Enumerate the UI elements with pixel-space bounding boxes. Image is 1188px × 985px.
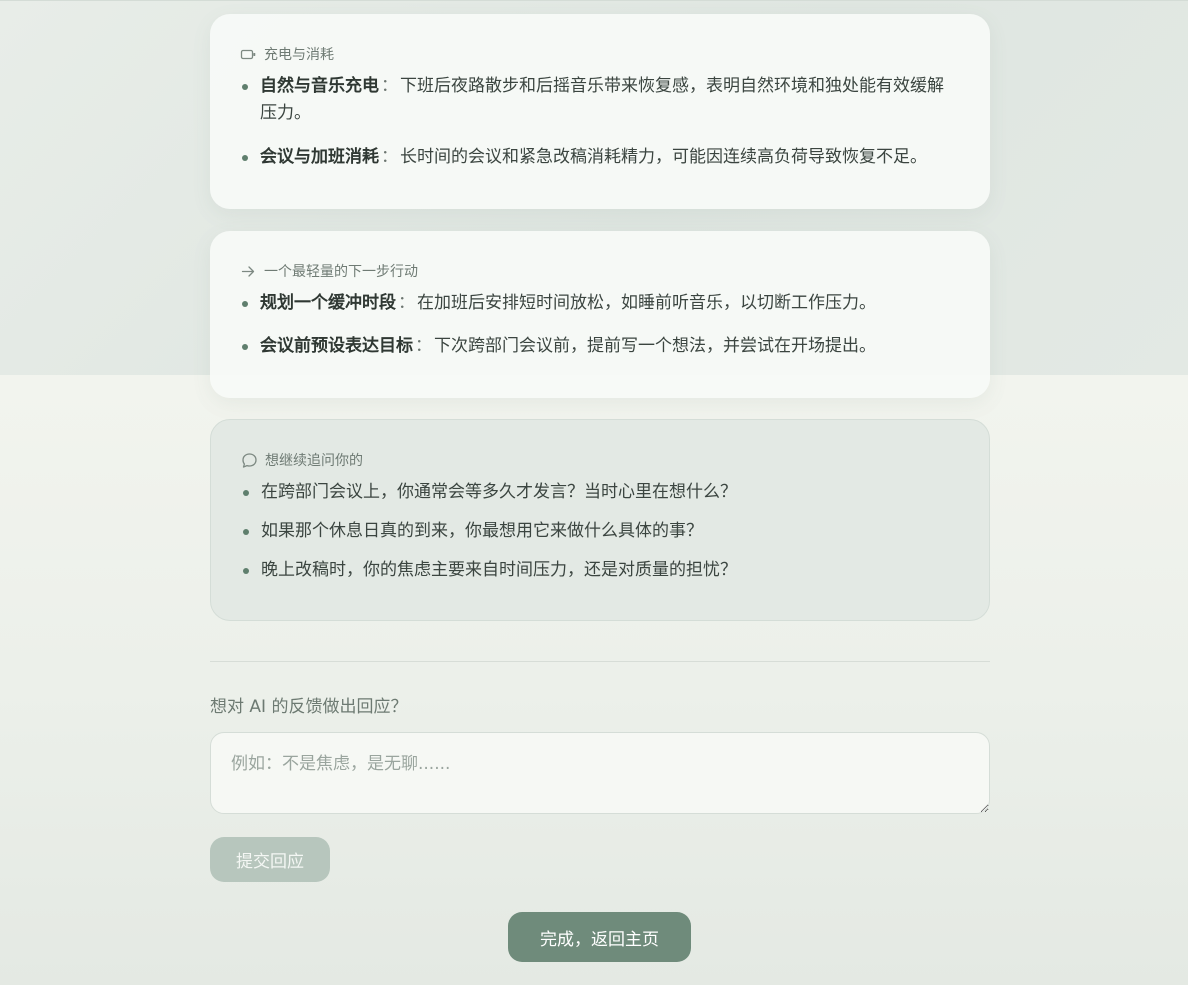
top-edge-line: [0, 0, 1188, 1]
action-list: 规划一个缓冲时段：在加班后安排短时间放松，如睡前听音乐，以切断工作压力。 会议前…: [240, 290, 960, 360]
item-separator: ：: [398, 293, 415, 313]
arrow-right-icon: [240, 263, 257, 280]
feedback-input[interactable]: [210, 732, 990, 814]
list-item: 会议前预设表达目标：下次跨部门会议前，提前写一个想法，并尝试在开场提出。: [240, 333, 960, 360]
insight-list: 自然与音乐充电：下班后夜路散步和后摇音乐带来恢复感，表明自然环境和独处能有效缓解…: [240, 73, 960, 171]
item-title: 规划一个缓冲时段: [260, 293, 396, 313]
card-title: 想继续追问你的: [241, 450, 959, 470]
section-divider: [210, 661, 990, 662]
card-title: 充电与消耗: [240, 44, 960, 64]
card-title-text: 一个最轻量的下一步行动: [264, 264, 418, 280]
item-text: 下次跨部门会议前，提前写一个想法，并尝试在开场提出。: [434, 336, 876, 356]
item-separator: ：: [381, 76, 398, 96]
feedback-label: 想对 AI 的反馈做出回应？: [210, 697, 408, 717]
card-title: 一个最轻量的下一步行动: [240, 261, 960, 281]
battery-icon: [240, 46, 257, 63]
item-title: 会议前预设表达目标: [260, 336, 413, 356]
card-title-text: 想继续追问你的: [265, 453, 363, 469]
item-text: 在加班后安排短时间放松，如睡前听音乐，以切断工作压力。: [417, 293, 876, 313]
item-title: 会议与加班消耗: [260, 147, 379, 167]
list-item: 会议与加班消耗：长时间的会议和紧急改稿消耗精力，可能因连续高负荷导致恢复不足。: [240, 144, 960, 171]
item-title: 自然与音乐充电: [260, 76, 379, 96]
item-separator: ：: [381, 147, 398, 167]
next-step-card: 一个最轻量的下一步行动 规划一个缓冲时段：在加班后安排短时间放松，如睡前听音乐，…: [210, 231, 990, 398]
done-return-home-button[interactable]: 完成，返回主页: [508, 912, 691, 962]
item-separator: ：: [415, 336, 432, 356]
card-title-text: 充电与消耗: [264, 47, 334, 63]
question-item: 晚上改稿时，你的焦虑主要来自时间压力，还是对质量的担忧？: [241, 557, 959, 584]
list-item: 规划一个缓冲时段：在加班后安排短时间放松，如睡前听音乐，以切断工作压力。: [240, 290, 960, 317]
charge-consumption-card: 充电与消耗 自然与音乐充电：下班后夜路散步和后摇音乐带来恢复感，表明自然环境和独…: [210, 14, 990, 209]
question-list: 在跨部门会议上，你通常会等多久才发言？当时心里在想什么？ 如果那个休息日真的到来…: [241, 479, 959, 584]
chat-bubble-icon: [241, 452, 258, 469]
item-text: 长时间的会议和紧急改稿消耗精力，可能因连续高负荷导致恢复不足。: [400, 147, 927, 167]
question-item: 在跨部门会议上，你通常会等多久才发言？当时心里在想什么？: [241, 479, 959, 506]
submit-feedback-button[interactable]: 提交回应: [210, 837, 330, 882]
question-item: 如果那个休息日真的到来，你最想用它来做什么具体的事？: [241, 518, 959, 545]
list-item: 自然与音乐充电：下班后夜路散步和后摇音乐带来恢复感，表明自然环境和独处能有效缓解…: [240, 73, 960, 127]
follow-up-questions-card: 想继续追问你的 在跨部门会议上，你通常会等多久才发言？当时心里在想什么？ 如果那…: [210, 419, 990, 621]
